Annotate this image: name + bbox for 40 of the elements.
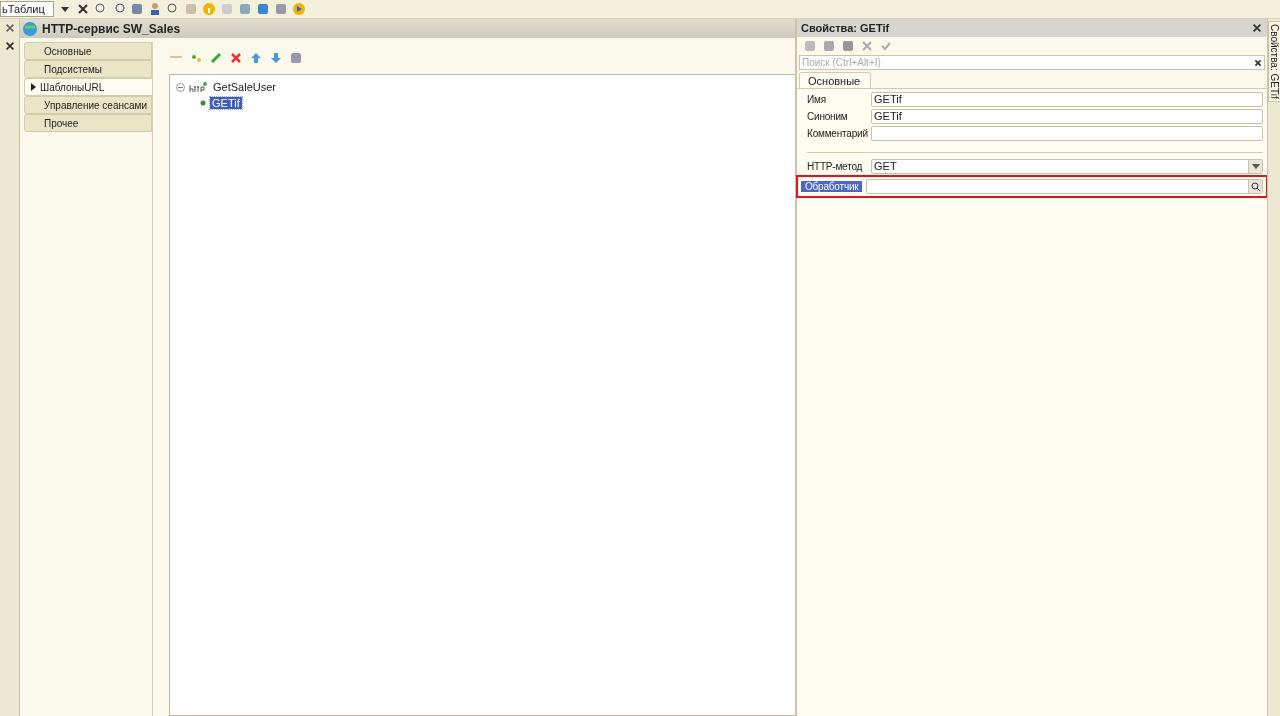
nav-tab[interactable]: Основные xyxy=(24,42,152,60)
nav-tab[interactable]: Управление сеансами xyxy=(24,96,152,114)
close-icon[interactable] xyxy=(1251,21,1263,35)
field-label: Комментарий xyxy=(807,127,869,139)
info-icon[interactable] xyxy=(202,2,216,16)
dropdown-field[interactable]: GET xyxy=(871,158,1263,174)
delete-icon[interactable] xyxy=(860,39,874,53)
field-label: Синоним xyxy=(807,110,849,122)
tab[interactable]: Основные xyxy=(799,72,872,88)
down-arrow-icon[interactable] xyxy=(269,51,283,65)
collapse-icon[interactable] xyxy=(176,82,185,92)
play-icon[interactable] xyxy=(292,2,306,16)
pencil-icon[interactable] xyxy=(209,51,223,65)
input-field[interactable] xyxy=(866,179,1263,194)
input-field[interactable] xyxy=(871,125,1263,141)
close-icon[interactable] xyxy=(3,21,16,35)
nav-tab[interactable]: Подсистемы xyxy=(24,60,152,78)
close-icon[interactable] xyxy=(76,2,90,16)
delete-icon[interactable] xyxy=(229,51,243,65)
close-icon[interactable] xyxy=(3,39,16,53)
nav-tab[interactable]: ШаблоныURL xyxy=(24,78,152,96)
input-field[interactable]: GETif xyxy=(871,91,1263,107)
pointer-icon xyxy=(31,83,36,91)
person-icon[interactable] xyxy=(148,2,162,16)
up-arrow-icon[interactable] xyxy=(249,51,263,65)
globe-icon xyxy=(22,20,38,37)
dropdown-icon[interactable] xyxy=(1251,163,1260,169)
field-label: Обработчик xyxy=(801,181,863,192)
panel-title: Свойства: GETif xyxy=(801,22,890,34)
input-field[interactable]: GETif xyxy=(871,108,1263,124)
side-tab[interactable]: Свойства: GETif xyxy=(1267,21,1280,102)
tree-item[interactable]: GETif xyxy=(210,97,242,109)
nav-tab[interactable]: Прочее xyxy=(24,114,152,132)
combo-field[interactable]: ьТаблиц xyxy=(0,1,54,17)
search-box[interactable]: Поиск (Ctrl+Alt+I) xyxy=(799,55,1265,70)
field-label: Имя xyxy=(807,93,827,105)
bullet-icon xyxy=(200,100,206,106)
field-label: HTTP-метод xyxy=(807,160,864,172)
window-title: HTTP-сервис SW_Sales xyxy=(42,21,181,36)
tree-item[interactable]: GetSaleUser xyxy=(211,81,278,93)
